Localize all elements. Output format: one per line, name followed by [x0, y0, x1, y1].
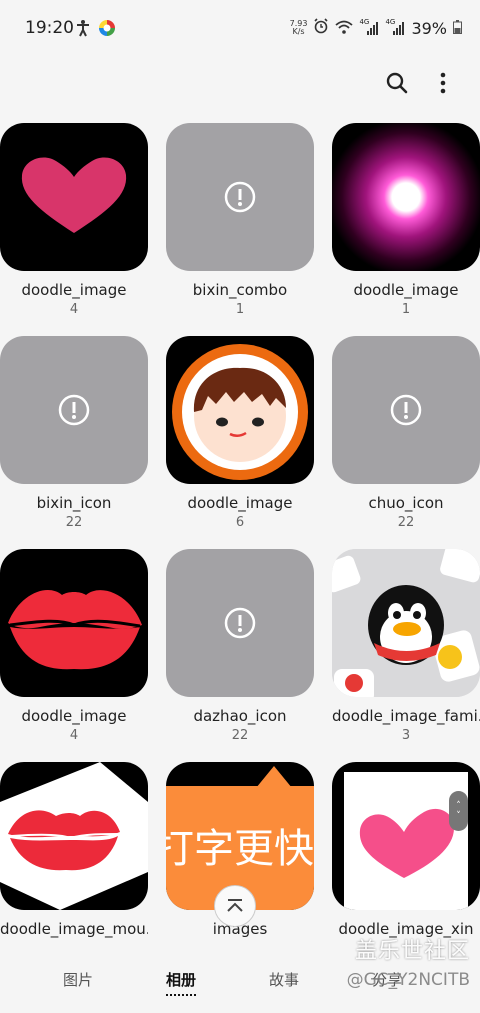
album-thumbnail [332, 762, 480, 910]
album-thumbnail [0, 336, 148, 484]
fast-scroll-handle[interactable]: ˄ ˅ [449, 791, 468, 831]
album-item[interactable]: doodle_image 1 [332, 123, 480, 317]
album-thumbnail [166, 336, 314, 484]
album-item[interactable]: doodle_image_xin [332, 762, 480, 941]
watermark-title: 盖乐世社区 [354, 939, 470, 964]
album-label: doodle_image [21, 281, 127, 299]
alarm-icon [313, 18, 329, 38]
app-toolbar [0, 58, 480, 108]
images-banner-text: 打字更快 [166, 826, 314, 872]
album-count: 6 [235, 515, 245, 530]
album-item[interactable]: bixin_icon 22 [0, 336, 148, 530]
album-thumbnail [0, 549, 148, 697]
album-thumbnail [0, 123, 148, 271]
album-item[interactable]: doodle_image 4 [0, 549, 148, 743]
album-thumbnail [332, 549, 480, 697]
album-item[interactable]: doodle_image_fami... 3 [332, 549, 480, 743]
album-count: 22 [65, 515, 83, 530]
heart-thumbnail-image [21, 157, 127, 233]
warning-icon [58, 394, 90, 426]
album-item[interactable]: chuo_icon 22 [332, 336, 480, 530]
album-count: 1 [235, 302, 245, 317]
warning-icon [390, 394, 422, 426]
more-vert-icon[interactable] [428, 68, 458, 98]
album-count: 22 [231, 728, 249, 743]
scroll-up-chevron-icon: ˄ [456, 801, 461, 811]
album-count: 4 [69, 728, 79, 743]
album-item[interactable]: doodle_image 6 [166, 336, 314, 530]
album-label: dazhao_icon [193, 707, 287, 725]
album-item[interactable]: doodle_image_mou... [0, 762, 148, 941]
signal-icon-2: 4G [385, 18, 405, 36]
album-label: doodle_image [353, 281, 459, 299]
album-thumbnail [332, 336, 480, 484]
album-thumbnail [332, 123, 480, 271]
images-banner-tab [256, 766, 292, 788]
album-label: doodle_image [21, 707, 127, 725]
lips-thumbnail-image [8, 590, 142, 670]
album-label: bixin_icon [36, 494, 112, 512]
album-item[interactable]: doodle_image 4 [0, 123, 148, 317]
album-thumbnail [0, 762, 148, 910]
album-label: doodle_image_mou... [0, 920, 148, 938]
signal-label-2: 4G [385, 18, 396, 26]
album-thumbnail [166, 123, 314, 271]
album-item[interactable]: dazhao_icon 22 [166, 549, 314, 743]
album-item[interactable]: bixin_combo 1 [166, 123, 314, 317]
warning-icon [224, 181, 256, 213]
net-speed: 7.93 K/s [290, 20, 308, 36]
net-speed-unit: K/s [292, 27, 305, 36]
status-bar: 19:20 7.93 K/s 4G 4G 39% [0, 0, 480, 58]
album-label: chuo_icon [368, 494, 444, 512]
signal-label-1: 4G [359, 18, 370, 26]
accessibility-icon [74, 19, 92, 41]
album-count: 3 [401, 728, 411, 743]
scroll-to-top-button[interactable] [214, 885, 256, 927]
battery-percent: 39% [411, 18, 447, 38]
album-label: doodle_image [187, 494, 293, 512]
tab-albums[interactable]: 相册 [166, 969, 197, 996]
album-count: 1 [401, 302, 411, 317]
signal-icon-1: 4G [359, 18, 379, 36]
album-label: doodle_image_fami... [332, 707, 480, 725]
album-count: 22 [397, 515, 415, 530]
lips-sketch-thumbnail-image [0, 762, 148, 910]
tab-pictures[interactable]: 图片 [63, 969, 93, 990]
cartoon-face-thumbnail-image [172, 344, 308, 480]
warning-icon [224, 607, 256, 639]
album-label: bixin_combo [192, 281, 288, 299]
watermark-handle: @GC_Y2NCITB [346, 970, 470, 990]
album-thumbnail [166, 549, 314, 697]
heart-sketch-thumbnail-image [344, 772, 468, 910]
scroll-down-chevron-icon: ˅ [456, 811, 461, 821]
scroll-to-top-icon [227, 899, 243, 912]
status-time: 19:20 [25, 18, 74, 38]
penguin-pattern-thumbnail-image [332, 549, 480, 697]
search-icon[interactable] [382, 68, 412, 98]
album-count: 4 [69, 302, 79, 317]
battery-icon [453, 19, 462, 38]
app-notification-icon [98, 19, 116, 41]
wifi-icon [335, 19, 354, 38]
tab-stories[interactable]: 故事 [269, 969, 299, 990]
